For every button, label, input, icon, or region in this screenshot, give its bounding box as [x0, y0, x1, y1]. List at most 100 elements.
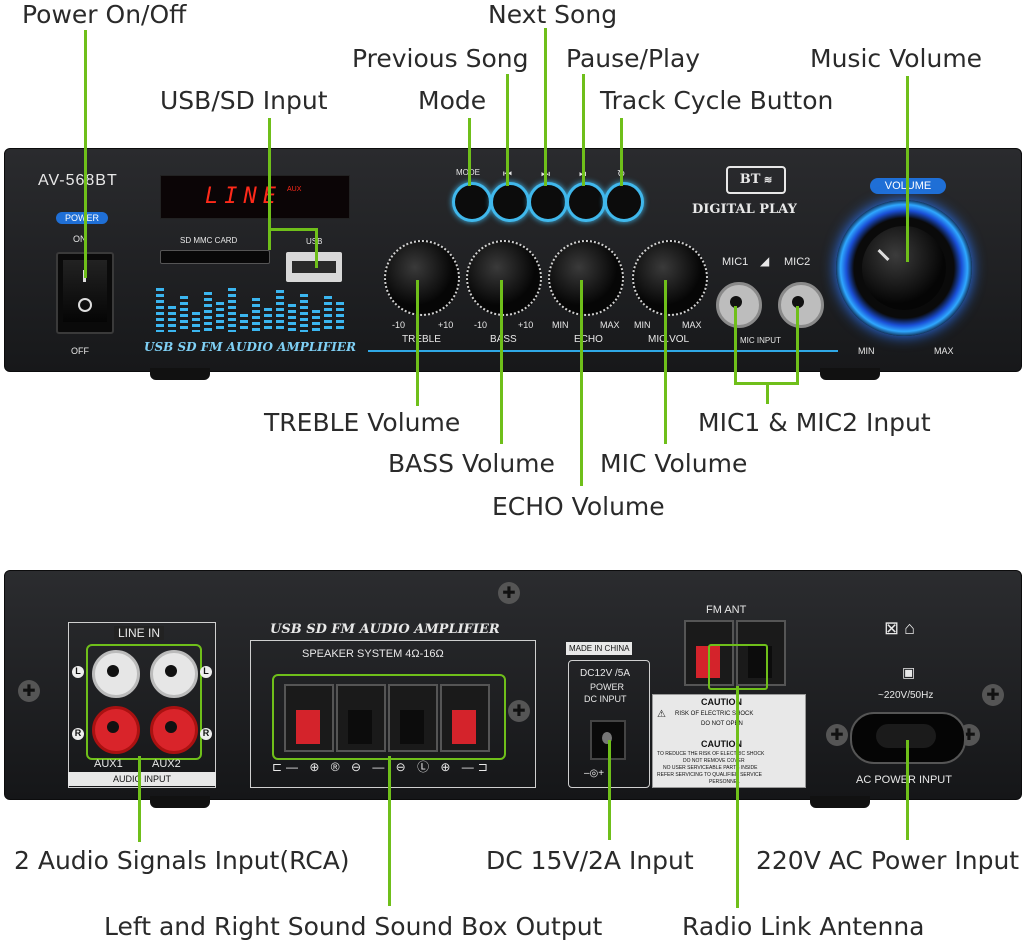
- eq-bar: [264, 308, 272, 332]
- next-button[interactable]: ⏭: [528, 169, 568, 222]
- rca-aux1-left[interactable]: [92, 650, 140, 698]
- eq-bar: [312, 310, 320, 332]
- callout-antenna: Radio Link Antenna: [682, 912, 925, 941]
- pause-play-button[interactable]: ⏯: [566, 169, 606, 222]
- music-volume-knob[interactable]: [862, 226, 946, 310]
- mic-vol-max: MAX: [682, 320, 702, 330]
- leader-power: [84, 30, 87, 278]
- echo-knob[interactable]: [548, 240, 624, 316]
- rca-hole: [107, 665, 119, 677]
- eq-bar: [288, 304, 296, 332]
- terminal-lever: [296, 710, 320, 744]
- track-cycle-button[interactable]: ↻: [604, 169, 644, 222]
- power-off-label: OFF: [71, 346, 89, 356]
- front-foot-left: [150, 368, 210, 380]
- caution-warning-icon: ⚠: [657, 709, 666, 720]
- leader-dc: [608, 740, 611, 840]
- eq-bar: [252, 298, 260, 332]
- callout-mode: Mode: [418, 86, 487, 115]
- speaker-terminal-l-minus[interactable]: [336, 684, 386, 752]
- made-in-label: MADE IN CHINA: [566, 642, 633, 655]
- sd-card-slot[interactable]: [160, 250, 270, 264]
- volume-min-label: MIN: [858, 346, 875, 356]
- leader-echo: [580, 280, 583, 486]
- speaker-terminal-r-plus[interactable]: [440, 684, 490, 752]
- front-amp-title: USB SD FM AUDIO AMPLIFIER: [144, 340, 357, 354]
- rca-aux2-left[interactable]: [150, 650, 198, 698]
- callout-rca: 2 Audio Signals Input(RCA): [14, 846, 350, 875]
- previous-button[interactable]: ⏮: [490, 169, 530, 222]
- rocker-circle-icon: [78, 298, 92, 312]
- callout-mic-input: MIC1 & MIC2 Input: [698, 408, 931, 437]
- mic2-label: MIC2: [784, 256, 811, 268]
- caution-line-6: REFER SERVICING TO QUALIFIED SERVICE: [657, 772, 762, 778]
- treble-knob[interactable]: [384, 240, 460, 316]
- treble-label: TREBLE: [402, 334, 441, 345]
- ac-rating: ~220V/50Hz: [878, 690, 934, 701]
- caution-line-1: RISK OF ELECTRIC SHOCK: [675, 711, 754, 717]
- double-insulation-icon: ▣: [902, 664, 916, 680]
- callout-next: Next Song: [488, 0, 618, 29]
- eq-bar: [204, 292, 212, 332]
- callout-track-cycle: Track Cycle Button: [600, 86, 834, 115]
- ac-power-input-label: AC POWER INPUT: [856, 774, 952, 786]
- rca-aux2-right[interactable]: [150, 706, 198, 754]
- screw-icon: ✚: [982, 684, 1004, 706]
- leader-next: [544, 28, 547, 186]
- leader-mic2: [796, 306, 799, 384]
- volume-max-label: MAX: [934, 346, 954, 356]
- leader-pause-play: [582, 74, 585, 186]
- callout-pause-play: Pause/Play: [566, 44, 701, 73]
- rca-l-left: L: [72, 666, 84, 678]
- callout-speaker-out: Left and Right Sound Sound Box Output: [104, 912, 603, 941]
- rca-hole: [107, 721, 119, 733]
- rca-hole: [165, 721, 177, 733]
- speaker-terminal-r-minus[interactable]: [388, 684, 438, 752]
- leader-music-volume: [906, 76, 909, 262]
- line-in-label: LINE IN: [114, 626, 165, 640]
- usb-port-inner: [292, 261, 336, 273]
- usb-port[interactable]: [286, 252, 342, 282]
- bass-knob[interactable]: [466, 240, 542, 316]
- mic-vol-knob[interactable]: [632, 240, 708, 316]
- echo-min: MIN: [552, 320, 569, 330]
- terminal-lever: [348, 710, 372, 744]
- dc-rating-1: DC12V /5A: [580, 668, 631, 679]
- eq-bar: [276, 290, 284, 332]
- leader-mic1: [734, 306, 737, 384]
- callout-bass: BASS Volume: [388, 449, 555, 478]
- led-display: LINE AUX: [160, 175, 350, 219]
- eq-bar: [156, 288, 164, 332]
- eq-visualizer: [156, 284, 356, 332]
- polarity-icons: ⊏— ⊕ ® ⊖ — ⊖ Ⓛ ⊕ —⊐: [272, 760, 492, 774]
- leader-mic-vol: [664, 280, 667, 444]
- mic-input-label: MIC INPUT: [740, 336, 781, 345]
- leader-usb-sd-v2: [315, 228, 318, 268]
- leader-bass: [500, 280, 503, 444]
- rca-aux1-right[interactable]: [92, 706, 140, 754]
- dc-polarity-icon: –◎+: [584, 768, 605, 779]
- leader-speaker: [388, 756, 391, 906]
- caution-panel: CAUTION ⚠ RISK OF ELECTRIC SHOCK DO NOT …: [652, 694, 806, 788]
- mic-icon: ◢: [760, 254, 770, 268]
- treble-max: +10: [438, 320, 454, 330]
- leader-track-cycle: [620, 118, 623, 186]
- bass-min: -10: [474, 320, 488, 330]
- mic2-jack[interactable]: [778, 282, 824, 328]
- eq-bar: [336, 302, 344, 332]
- model-label: AV-568BT: [38, 172, 118, 189]
- front-cyan-strip: [368, 350, 838, 352]
- dc-rating-3: DC INPUT: [584, 694, 627, 704]
- rca-hole: [165, 665, 177, 677]
- eq-bar: [228, 288, 236, 332]
- speaker-terminal-l-plus[interactable]: [284, 684, 334, 752]
- mode-button[interactable]: [452, 182, 492, 222]
- screw-icon: ✚: [498, 582, 520, 604]
- eq-bar: [180, 296, 188, 332]
- leader-rca: [138, 756, 141, 842]
- mic-vol-label: MIC.VOL: [648, 334, 690, 345]
- callout-dc: DC 15V/2A Input: [486, 846, 694, 875]
- mic1-jack[interactable]: [716, 282, 762, 328]
- leader-previous: [506, 74, 509, 186]
- bass-max: +10: [518, 320, 534, 330]
